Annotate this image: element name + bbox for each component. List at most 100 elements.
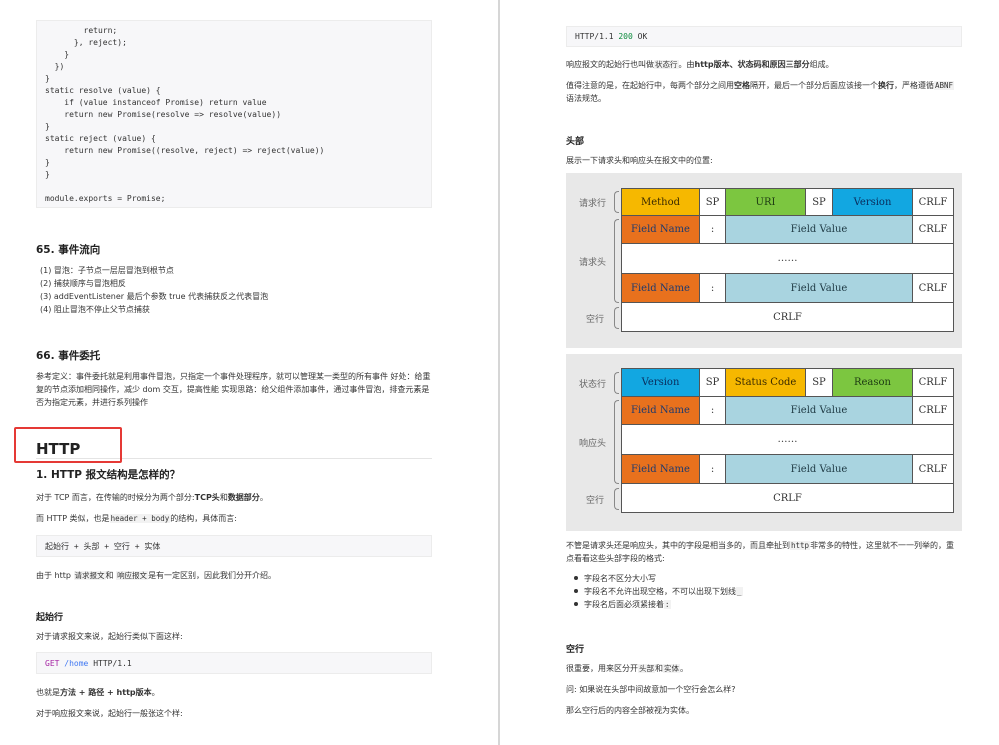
blank-crlf-cell: CRLF [621, 302, 954, 332]
inline-code: 响应报文 [116, 571, 149, 580]
status-line-label: 状态行 [579, 380, 607, 390]
request-line-label: 请求行 [579, 199, 607, 209]
headers-paragraph: 展示一下请求头和响应头在报文中的位置: [566, 156, 713, 165]
text-fragment: 。 [680, 664, 688, 673]
text-fragment: 是有一定区别，因此我们分开介绍。 [148, 571, 277, 580]
text-fragment: 。 [151, 688, 160, 697]
text-fragment: 。 [259, 493, 268, 502]
code-line: return; [45, 26, 118, 35]
sp-cell: SP [699, 188, 726, 216]
inline-code: ABNF [934, 81, 955, 90]
headers-title: 头部 [566, 137, 585, 147]
code-line: HTTP/1.1 200 OK [575, 31, 953, 43]
request-message-diagram: 请求行 请求头 空行 Method SP URI SP Version CRLF… [566, 173, 962, 348]
blank-line-label: 空行 [586, 496, 605, 506]
code-line: } [45, 50, 70, 59]
inline-code: 状态行 [654, 60, 679, 69]
bullet-icon [574, 576, 578, 580]
list-item: (4) 阻止冒泡不停止父节点捕获 [40, 305, 150, 314]
field-value-cell: Field Value [725, 273, 913, 303]
status-line-paragraph: 响应报文的起始行也叫做状态行。由http版本、状态码和原因三部分组成。 [566, 58, 834, 71]
method-cell: Method [621, 188, 700, 216]
section-65-list: (1) 冒泡：子节点一层层冒泡到根节点 (2) 捕获顺序与冒泡相反 (3) ad… [40, 265, 268, 317]
brace [614, 219, 619, 303]
http-structure-paragraph: 而 HTTP 类似，也是header + body的结构，具体而言: [36, 512, 237, 525]
list-item: 字段名不允许出现空格，不可以出现下划线_ [568, 586, 743, 599]
text-fragment: 的结构，具体而言: [170, 514, 237, 523]
response-message-diagram: 状态行 响应头 空行 Version SP Status Code SP Rea… [566, 354, 962, 531]
promise-code-lines: return; }, reject); } })} static resolve … [45, 25, 423, 205]
text-fragment: 语法规范。 [566, 94, 606, 103]
code-line: } [45, 158, 50, 167]
text-fragment: 方法 + 路径 + http版本 [60, 688, 152, 697]
text-fragment: TCP头 [194, 493, 220, 502]
brace [614, 191, 619, 213]
message-diff-paragraph: 由于 http 请求报文和 响应报文是有一定区别，因此我们分开介绍。 [36, 569, 276, 582]
code-line: } [45, 74, 50, 83]
code-line: static reject (value) { [45, 134, 156, 143]
response-header-label: 响应头 [579, 439, 607, 449]
code-line: GET /home HTTP/1.1 [45, 658, 423, 670]
text-fragment: 字段名后面必须紧接着 [584, 600, 664, 609]
start-line-title: 起始行 [36, 613, 64, 623]
section-66-body: 参考定义：事件委托就是利用事件冒泡，只指定一个事件处理程序，就可以管理某一类型的… [36, 372, 431, 407]
inline-code: header + body [109, 514, 171, 523]
list-item: (3) addEventListener 最后个参数 true 代表捕获反之代表… [40, 292, 269, 301]
inline-code: 实体 [663, 664, 680, 673]
text-fragment: 换行 [878, 81, 894, 90]
text-fragment: 很重要，用来区分开 [566, 664, 638, 673]
question-1-title: 1. HTTP 报文结构是怎样的？ [36, 469, 181, 481]
text-fragment: 和 [655, 664, 663, 673]
section-65-title: 65. 事件流向 [36, 244, 101, 256]
code-token: OK [637, 32, 648, 41]
field-name-cell: Field Name [621, 273, 700, 303]
code-line: } [45, 170, 50, 179]
crlf-cell: CRLF [912, 273, 954, 303]
text-fragment: 而 HTTP 类似，也是 [36, 514, 110, 523]
blank-line-question: 问: 如果说在头部中间故意加一个空行会怎么样? [566, 685, 736, 694]
list-item: (2) 捕获顺序与冒泡相反 [40, 279, 126, 288]
ellipsis-cell: …… [621, 243, 954, 274]
status-code-cell: Status Code [725, 368, 806, 397]
code-line: }) [45, 62, 65, 71]
colon-cell: : [699, 215, 726, 244]
code-token: /home [64, 659, 89, 668]
sp-cell: SP [699, 368, 726, 397]
list-item: 字段名不区分大小写 [568, 573, 743, 586]
uri-cell: URI [725, 188, 806, 216]
text-fragment: 组成。 [809, 60, 834, 69]
inline-code: _ [736, 587, 743, 596]
code-token: HTTP/1.1 [93, 659, 132, 668]
structure-code-block: 起始行 + 头部 + 空行 + 实体 [36, 535, 432, 557]
code-line: static resolve (value) { [45, 86, 161, 95]
crlf-cell: CRLF [912, 454, 954, 484]
tcp-paragraph: 对于 TCP 而言，在传输的时候分为两个部分:TCP头和数据部分。 [36, 491, 268, 504]
code-line: module.exports = Promise; [45, 194, 166, 203]
inline-code: 请求报文 [73, 571, 106, 580]
colon-cell: : [699, 273, 726, 303]
response-start-line-paragraph: 对于响应报文来说，起始行一般张这个样: [36, 709, 183, 718]
list-item: 字段名后面必须紧接着: [568, 599, 743, 612]
bullet-icon [574, 589, 578, 593]
section-66-title: 66. 事件委托 [36, 350, 101, 362]
brace [614, 400, 619, 484]
sp-cell: SP [805, 368, 833, 397]
crlf-cell: CRLF [912, 368, 954, 397]
space-crlf-paragraph: 值得注意的是，在起始行中，每两个部分之间用空格隔开，最后一个部分后面应该接一个换… [566, 79, 962, 105]
code-token: 200 [618, 32, 633, 41]
text-fragment: 也就是 [36, 688, 60, 697]
blank-line-paragraph: 很重要，用来区分开头部和实体。 [566, 662, 688, 675]
brace [614, 372, 619, 394]
field-value-cell: Field Value [725, 454, 913, 484]
highlight-box [14, 427, 122, 463]
inline-code: 头部 [638, 664, 655, 673]
header-rules-list: 字段名不区分大小写 字段名不允许出现空格，不可以出现下划线_ 字段名后面必须紧接… [568, 573, 743, 612]
version-cell: Version [621, 368, 700, 397]
method-path-version-paragraph: 也就是方法 + 路径 + http版本。 [36, 686, 160, 699]
header-format-paragraph: 不管是请求头还是响应头，其中的字段是相当多的，而且牵扯到http非常多的特性，这… [566, 539, 962, 565]
status-line-code-block: HTTP/1.1 200 OK [566, 26, 962, 47]
brace [614, 307, 619, 329]
text-fragment: 不管是请求头还是响应头，其中的字段是相当多的，而且牵扯到 [566, 541, 790, 550]
inline-code: http [790, 541, 811, 550]
text-fragment: 由于 http [36, 571, 74, 580]
